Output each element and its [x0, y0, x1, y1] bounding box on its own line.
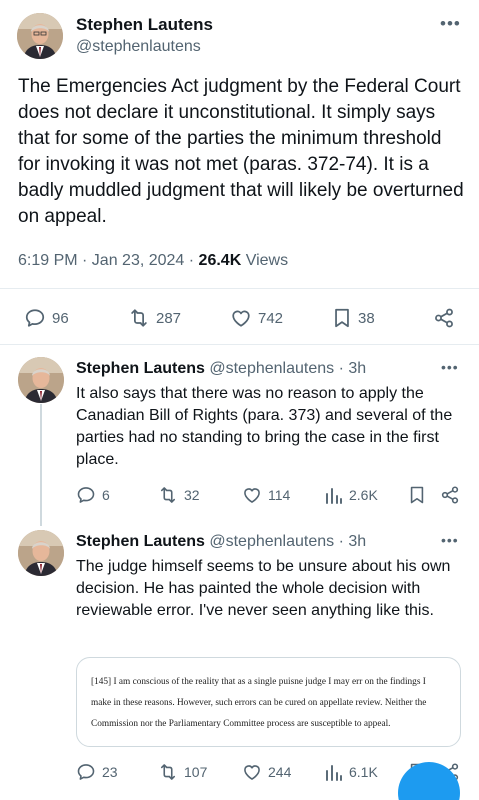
- avatar[interactable]: [17, 13, 63, 59]
- reply-count: 96: [52, 309, 69, 327]
- tweet-meta: 6:19 PM · Jan 23, 2024 · 26.4K Views: [18, 252, 288, 270]
- bookmark-button[interactable]: [408, 485, 426, 505]
- repost-count: 287: [156, 309, 182, 327]
- bookmark-icon: [410, 486, 424, 504]
- more-icon[interactable]: •••: [441, 532, 459, 548]
- tweet-text: The Emergencies Act judgment by the Fede…: [18, 76, 464, 227]
- divider: [0, 288, 479, 289]
- author-name[interactable]: Stephen Lautens: [76, 15, 213, 35]
- repost-arrows-icon: [160, 764, 176, 780]
- bookmark-count: 38: [358, 309, 375, 327]
- like-button[interactable]: 114: [242, 485, 290, 505]
- more-icon[interactable]: •••: [441, 359, 459, 375]
- speech-bubble-icon: [77, 764, 95, 780]
- author-name[interactable]: Stephen Lautens: [76, 360, 205, 377]
- author-name[interactable]: Stephen Lautens: [76, 533, 205, 550]
- bar-chart-icon: [326, 488, 342, 504]
- reply-count: 23: [102, 764, 118, 780]
- bookmark-button[interactable]: 38: [332, 307, 375, 329]
- share-button[interactable]: [440, 485, 460, 505]
- heart-icon: [244, 488, 260, 503]
- share-icon: [441, 486, 459, 504]
- like-count: 114: [268, 487, 291, 503]
- speech-bubble-icon: [77, 487, 95, 503]
- reply-button[interactable]: 6: [76, 485, 110, 505]
- views-button[interactable]: 2.6K: [325, 485, 378, 505]
- like-count: 742: [258, 309, 284, 327]
- reply-header: Stephen Lautens @stephenlautens · 3h: [76, 360, 366, 378]
- share-icon: [435, 308, 453, 328]
- like-count: 244: [268, 764, 292, 780]
- author-handle[interactable]: @stephenlautens: [76, 38, 201, 56]
- tweet-timestamp[interactable]: 6:19 PM · Jan 23, 2024 ·: [18, 252, 199, 269]
- heart-icon: [244, 765, 260, 780]
- speech-bubble-icon: [25, 309, 45, 327]
- views-count: 26.4K: [198, 252, 242, 269]
- author-handle-time[interactable]: @stephenlautens · 3h: [205, 533, 366, 550]
- like-button[interactable]: 244: [242, 762, 291, 782]
- reply-text: It also says that there was no reason to…: [76, 385, 453, 468]
- thread-line: [40, 404, 42, 526]
- reply-text: The judge himself seems to be unsure abo…: [76, 558, 451, 619]
- share-button[interactable]: [433, 307, 455, 329]
- reply-button[interactable]: 96: [24, 307, 69, 329]
- repost-button[interactable]: 287: [128, 307, 181, 329]
- views-button[interactable]: 6.1K: [325, 762, 378, 782]
- repost-arrows-icon: [160, 487, 176, 503]
- avatar-image: [18, 530, 64, 576]
- author-handle-time[interactable]: @stephenlautens · 3h: [205, 360, 366, 377]
- avatar-image: [18, 357, 64, 403]
- avatar-image: [17, 13, 63, 59]
- quoted-document-card[interactable]: [145] I am conscious of the reality that…: [76, 657, 461, 747]
- avatar[interactable]: [18, 530, 64, 576]
- repost-button[interactable]: 32: [158, 485, 200, 505]
- more-icon[interactable]: •••: [440, 14, 461, 34]
- bookmark-icon: [335, 308, 349, 328]
- views-label: Views: [241, 252, 289, 269]
- divider: [0, 344, 479, 345]
- reply-count: 6: [102, 487, 110, 503]
- repost-button[interactable]: 107: [158, 762, 207, 782]
- views-count: 6.1K: [349, 764, 378, 780]
- avatar[interactable]: [18, 357, 64, 403]
- repost-arrows-icon: [131, 309, 147, 327]
- bar-chart-icon: [326, 765, 342, 781]
- heart-icon: [232, 310, 250, 327]
- views-count: 2.6K: [349, 487, 378, 503]
- repost-count: 107: [184, 764, 208, 780]
- quoted-document-text: [145] I am conscious of the reality that…: [91, 677, 427, 729]
- repost-count: 32: [184, 487, 200, 503]
- reply-header: Stephen Lautens @stephenlautens · 3h: [76, 533, 366, 551]
- reply-button[interactable]: 23: [76, 762, 118, 782]
- tweet-actions: 96 287 742 38: [0, 298, 479, 338]
- like-button[interactable]: 742: [230, 307, 283, 329]
